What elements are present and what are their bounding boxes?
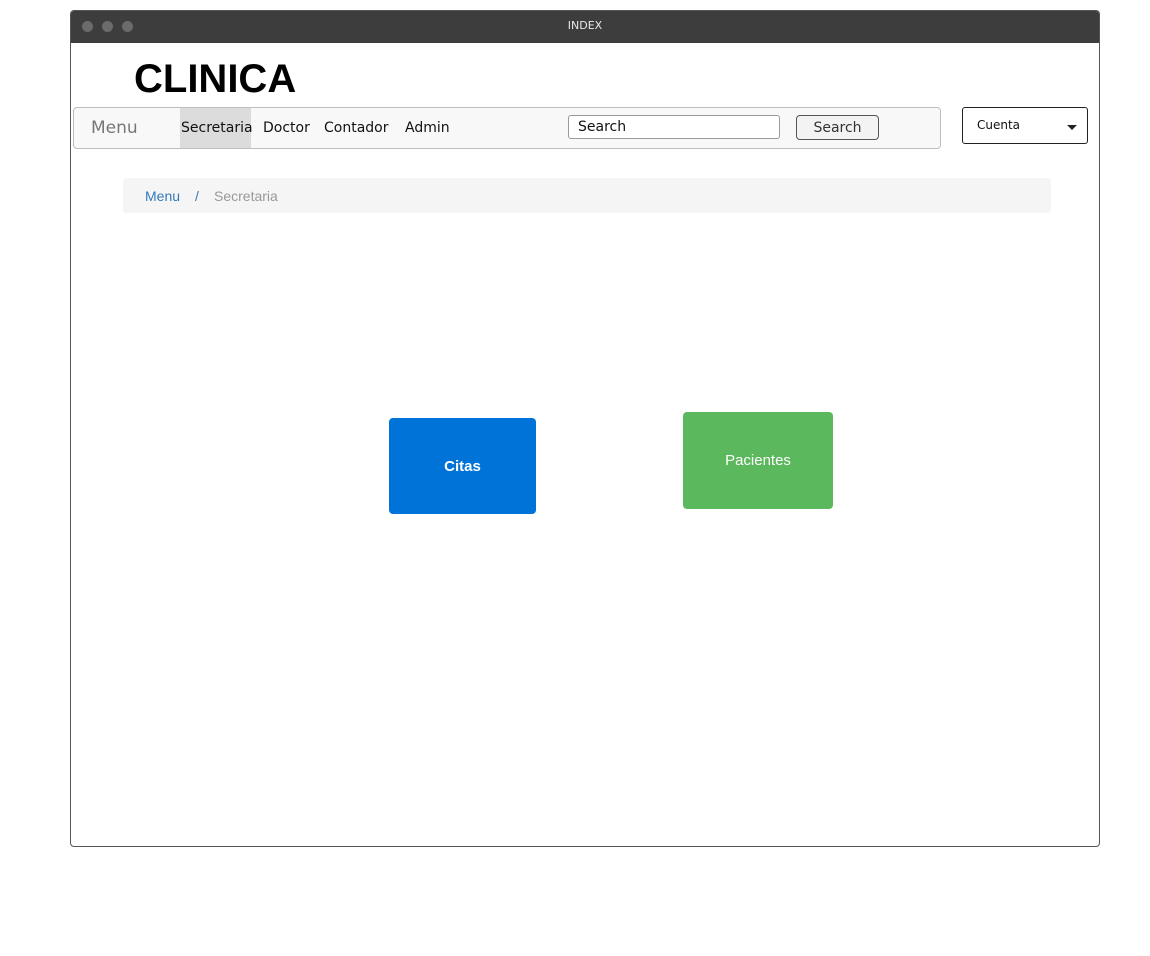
nav-item-admin[interactable]: Admin: [405, 108, 450, 148]
nav-item-contador[interactable]: Contador: [324, 108, 389, 148]
citas-tile[interactable]: Citas: [389, 418, 536, 514]
caret-down-icon: [1067, 125, 1077, 130]
window-title: INDEX: [567, 19, 603, 32]
breadcrumb: Menu / Secretaria: [123, 178, 1051, 213]
account-label: Cuenta: [977, 118, 1021, 132]
clinic-logo: CLINICA: [134, 57, 297, 101]
pacientes-tile[interactable]: Pacientes: [683, 412, 833, 509]
account-dropdown[interactable]: Cuenta: [962, 107, 1088, 144]
breadcrumb-separator: /: [195, 188, 199, 204]
nav-item-secretaria[interactable]: Secretaria: [180, 108, 253, 148]
nav-item-doctor[interactable]: Doctor: [263, 108, 310, 148]
pacientes-tile-label: Pacientes: [725, 452, 791, 469]
navbar-brand[interactable]: Menu: [91, 118, 138, 138]
app-window: INDEX CLINICA Menu Secretaria Doctor Con…: [70, 10, 1100, 847]
navbar: Menu Secretaria Doctor Contador Admin Se…: [73, 107, 941, 149]
citas-tile-label: Citas: [444, 457, 481, 475]
breadcrumb-link-menu[interactable]: Menu: [145, 188, 180, 204]
breadcrumb-current: Secretaria: [214, 188, 278, 204]
search-button[interactable]: Search: [796, 115, 879, 140]
title-bar: INDEX: [71, 11, 1099, 43]
search-input[interactable]: [568, 115, 780, 139]
